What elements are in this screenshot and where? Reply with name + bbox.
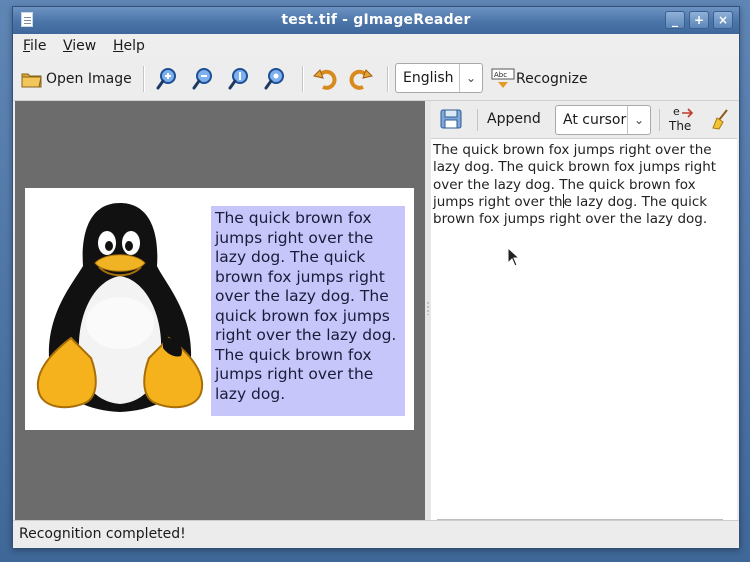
tux-penguin-image: [36, 203, 204, 412]
language-select[interactable]: English ⌄: [395, 63, 483, 93]
zoom-fit-icon: [264, 68, 284, 90]
broom-icon: [712, 109, 728, 130]
rotate-left-button[interactable]: [313, 65, 337, 93]
output-text[interactable]: The quick brown fox jumps right over the…: [433, 142, 733, 228]
status-text: Recognition completed!: [19, 526, 186, 542]
zoom-in-button[interactable]: [155, 65, 179, 93]
app-window: test.tif - gImageReader _ + × File View …: [12, 6, 740, 548]
scanned-page: The quick brown fox jumps right over the…: [25, 188, 414, 430]
recognize-button[interactable]: Abc Recognize: [491, 65, 588, 93]
minimize-button[interactable]: _: [665, 11, 685, 29]
status-bar: Recognition completed!: [13, 520, 739, 548]
rotate-left-icon: [313, 69, 337, 90]
menu-help[interactable]: Help: [113, 38, 145, 54]
image-view[interactable]: The quick brown fox jumps right over the…: [15, 101, 425, 520]
maximize-button[interactable]: +: [689, 11, 709, 29]
zoom-in-icon: [156, 68, 176, 90]
svg-text:Abc: Abc: [494, 71, 507, 79]
menu-view[interactable]: View: [63, 38, 96, 54]
chevron-down-icon: ⌄: [627, 106, 650, 134]
window-title: test.tif - gImageReader: [281, 12, 471, 28]
swap-arrow-icon: [682, 108, 694, 118]
close-button[interactable]: ×: [713, 11, 733, 29]
page-text: The quick brown fox jumps right over the…: [215, 209, 397, 403]
zoom-original-icon: [228, 68, 248, 90]
open-image-button[interactable]: Open Image: [21, 65, 132, 93]
splitter-grip: [427, 301, 429, 315]
rotate-right-button[interactable]: [349, 65, 373, 93]
zoom-original-button[interactable]: [227, 65, 251, 93]
output-pane: Append At cursor ⌄ e The The quick brown: [431, 101, 737, 520]
menu-bar: File View Help: [13, 34, 739, 59]
title-bar[interactable]: test.tif - gImageReader _ + ×: [13, 7, 739, 34]
folder-icon: [21, 73, 42, 88]
output-toolbar: Append At cursor ⌄ e The: [431, 101, 737, 139]
append-label: Append: [487, 111, 541, 127]
recognize-icon: Abc: [491, 68, 515, 88]
mouse-pointer-icon: [507, 247, 521, 267]
main-toolbar: Open Image English ⌄ Abc Recognize: [13, 58, 739, 101]
clear-output-button[interactable]: [709, 108, 731, 134]
zoom-out-button[interactable]: [191, 65, 215, 93]
save-output-button[interactable]: [439, 107, 463, 135]
strip-linebreaks-button[interactable]: e The: [667, 105, 701, 135]
zoom-out-icon: [192, 68, 212, 90]
menu-file[interactable]: File: [23, 38, 46, 54]
rotate-right-icon: [349, 69, 373, 90]
chevron-down-icon: ⌄: [459, 64, 482, 92]
save-icon: [440, 109, 462, 129]
zoom-fit-button[interactable]: [263, 65, 287, 93]
insert-mode-select[interactable]: At cursor ⌄: [555, 105, 651, 135]
